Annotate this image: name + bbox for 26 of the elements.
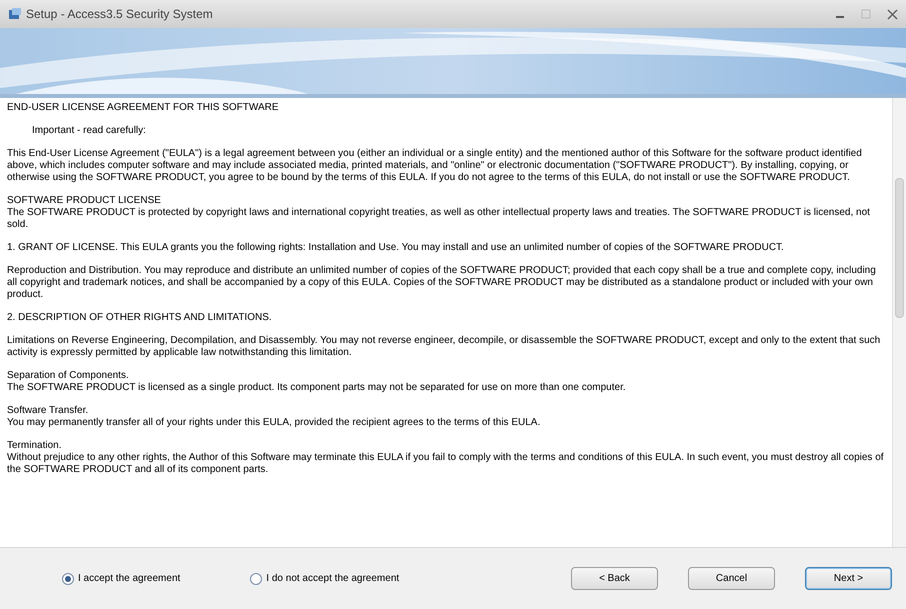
license-text: Important - read carefully: <box>32 125 147 137</box>
scrollbar-thumb[interactable] <box>895 178 904 318</box>
license-text: 1. GRANT OF LICENSE. This EULA grants you the following rights: Installation and Use. You may install and use an unlimited number of copies of the SOFTWARE PRODUCT. <box>7 242 785 254</box>
license-text: This End-User License Agreement ("EULA") is a legal agreement between you (either an individual or a single entity) and the mentioned author of this Software for the software product identified above, which includes computer software and may include associated media, printed materials, and "online" or electronic documentation ("SOFTWARE PRODUCT"). By installing, copying, or otherwise using the SOFTWARE PRODUCT, you agree to be bound by the terms of this EULA. If you do not agree to the terms of this EULA, do not install or use the SOFTWARE PRODUCT. <box>7 148 863 184</box>
close-icon[interactable] <box>887 8 898 20</box>
license-text: Termination. <box>7 440 62 452</box>
setup-icon <box>8 7 22 21</box>
maximize-icon[interactable] <box>861 9 871 19</box>
wizard-button[interactable]: < Back <box>571 567 658 590</box>
license-text: Separation of Components. <box>7 370 130 382</box>
scrollbar[interactable] <box>892 98 906 547</box>
license-text: 2. DESCRIPTION OF OTHER RIGHTS AND LIMITATIONS. <box>7 312 273 324</box>
radio-option[interactable]: I accept the agreement <box>62 571 180 586</box>
radio-option[interactable]: I do not accept the agreement <box>250 571 400 586</box>
license-text: END-USER LICENSE AGREEMENT FOR THIS SOFTWARE <box>7 102 280 114</box>
license-text: Without prejudice to any other rights, the Author of this Software may terminate this EULA if you fail to comply with the terms and conditions of this EULA. In such event, you must destroy all copies of the SOFTWARE PRODUCT and all of its component parts. <box>7 452 885 476</box>
wizard-button[interactable]: Cancel <box>688 567 775 590</box>
license-text: Software Transfer. <box>7 405 90 417</box>
license-text: The SOFTWARE PRODUCT is licensed as a single product. Its component parts may not be separated for use on more than one computer. <box>7 382 627 394</box>
license-text: The SOFTWARE PRODUCT is protected by copyright laws and international copyright treaties, as well as other intellectual property laws and treaties. The SOFTWARE PRODUCT is licensed, not sold. <box>7 207 871 231</box>
license-text: SOFTWARE PRODUCT LICENSE <box>7 195 162 207</box>
license-text: Reproduction and Distribution. You may reproduce and distribute an unlimited number of copies of the SOFTWARE PRODUCT; provided that each copy shall be a true and complete copy, including all copyright and trademark notices, and shall be accompanied by a copy of this EULA. Copies of the SOFTWARE PRODUCT may be distributed as a standalone product or included with your own product. <box>7 265 877 301</box>
wizard-button[interactable]: Next > <box>805 567 892 590</box>
window-title: Setup - Access3.5 Security System <box>26 6 213 23</box>
license-text: Limitations on Reverse Engineering, Decompilation, and Disassembly. You may not reverse engineer, decompile, or disassemble the SOFTWARE PRODUCT, except and only to the extent that such activity is expressly permitted by applicable law notwithstanding this limitation. <box>7 335 882 359</box>
license-text: You may permanently transfer all of your rights under this EULA, provided the recipient agrees to the terms of this EULA. <box>7 417 542 429</box>
